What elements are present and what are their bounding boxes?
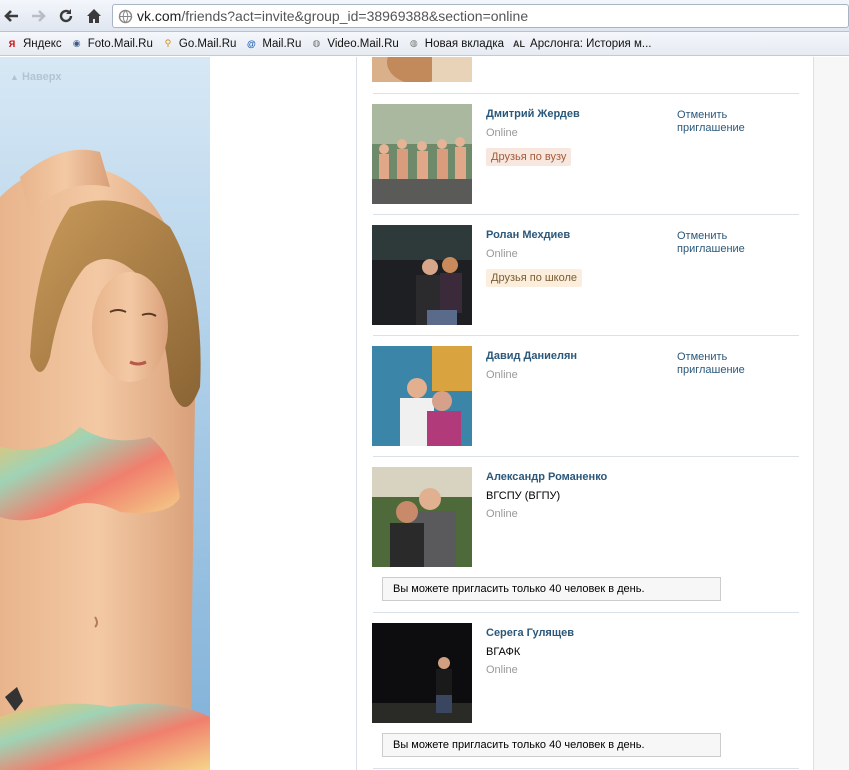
reload-icon bbox=[59, 9, 73, 23]
friend-name[interactable]: Ролан Мехдиев bbox=[486, 229, 570, 241]
globe-icon: ◍ bbox=[312, 38, 321, 48]
invite-limit-notice: Вы можете пригласить только 40 человек в… bbox=[382, 577, 721, 601]
up-link-label: Наверх bbox=[21, 71, 62, 83]
relation-badge[interactable]: Друзья по вузу bbox=[486, 148, 572, 166]
row-divider bbox=[373, 612, 799, 613]
bookmark-label: Foto.Mail.Ru bbox=[87, 37, 153, 50]
model-photo-illustration bbox=[0, 57, 210, 770]
photo-placeholder bbox=[372, 225, 472, 325]
forward-arrow-icon bbox=[32, 10, 46, 22]
bookmark-item[interactable]: ◍ Новая вкладка bbox=[404, 34, 509, 54]
relation-badge[interactable]: Друзья по школе bbox=[486, 269, 583, 287]
friend-photo-previous[interactable] bbox=[372, 57, 472, 82]
back-button[interactable] bbox=[2, 6, 22, 26]
scroll-to-top-link[interactable]: ▲ Наверх bbox=[10, 71, 61, 83]
row-divider bbox=[373, 93, 799, 94]
friend-photo[interactable] bbox=[372, 225, 472, 325]
url-host: vk.com bbox=[137, 8, 182, 24]
row-divider bbox=[373, 335, 799, 336]
bookmark-label: Новая вкладка bbox=[424, 37, 505, 50]
right-gutter bbox=[814, 57, 849, 770]
home-button[interactable] bbox=[84, 6, 104, 26]
up-triangle-icon: ▲ bbox=[10, 72, 19, 82]
al-logo-icon: AL bbox=[513, 38, 526, 49]
friend-photo[interactable] bbox=[372, 467, 472, 567]
bookmark-item[interactable]: AL Арслонга: История м... bbox=[509, 34, 656, 54]
university-label: ВГАФК bbox=[486, 646, 521, 658]
back-arrow-icon bbox=[4, 10, 18, 22]
photo-placeholder bbox=[372, 346, 472, 446]
bookmark-item[interactable]: ⚲ Go.Mail.Ru bbox=[158, 34, 242, 54]
search-icon: ⚲ bbox=[164, 38, 172, 48]
cancel-invite-link[interactable]: Отменить приглашение bbox=[677, 351, 777, 377]
bookmark-label: Яндекс bbox=[23, 37, 62, 50]
online-status: Online bbox=[486, 369, 518, 381]
row-divider bbox=[373, 456, 799, 457]
at-icon: @ bbox=[247, 38, 256, 49]
friend-name[interactable]: Александр Романенко bbox=[486, 471, 607, 483]
row-divider bbox=[373, 214, 799, 215]
online-status: Online bbox=[486, 508, 518, 520]
photo-placeholder bbox=[372, 623, 472, 723]
home-icon bbox=[87, 9, 101, 23]
photo-placeholder bbox=[372, 104, 472, 204]
invite-limit-notice: Вы можете пригласить только 40 человек в… bbox=[382, 733, 721, 757]
online-status: Online bbox=[486, 664, 518, 676]
friend-photo[interactable] bbox=[372, 104, 472, 204]
bookmarks-bar: Я Яндекс ◉ Foto.Mail.Ru ⚲ Go.Mail.Ru @ Mail.Ru ◍… bbox=[0, 32, 849, 56]
bookmark-label: Go.Mail.Ru bbox=[178, 37, 237, 50]
friend-name[interactable]: Давид Даниелян bbox=[486, 350, 577, 362]
url-path: /friends?act=invite&group_id=38969388&se… bbox=[181, 8, 529, 24]
row-divider bbox=[373, 768, 799, 769]
globe-icon: ◍ bbox=[409, 38, 418, 48]
photo-placeholder bbox=[372, 467, 472, 567]
cancel-invite-link[interactable]: Отменить приглашение bbox=[677, 230, 777, 256]
bookmark-label: Mail.Ru bbox=[262, 37, 302, 50]
university-label: ВГСПУ (ВГПУ) bbox=[486, 490, 561, 502]
browser-toolbar: vk.com/friends?act=invite&group_id=38969… bbox=[0, 0, 849, 32]
bookmark-item[interactable]: ◉ Foto.Mail.Ru bbox=[67, 34, 158, 54]
friends-invite-list: Дмитрий Жердев Online Друзья по вузу Отм… bbox=[356, 57, 814, 770]
reload-button[interactable] bbox=[56, 6, 76, 26]
address-bar[interactable]: vk.com/friends?act=invite&group_id=38969… bbox=[112, 4, 849, 28]
page-globe-icon bbox=[118, 9, 133, 24]
friend-name[interactable]: Дмитрий Жердев bbox=[486, 108, 580, 120]
photo-placeholder bbox=[372, 57, 472, 82]
left-background-ad[interactable]: ▲ Наверх bbox=[0, 57, 210, 770]
bookmark-item[interactable]: Я Яндекс bbox=[2, 34, 67, 54]
online-status: Online bbox=[486, 127, 518, 139]
friend-photo[interactable] bbox=[372, 346, 472, 446]
forward-button[interactable] bbox=[28, 6, 48, 26]
bookmark-item[interactable]: ◍ Video.Mail.Ru bbox=[306, 34, 403, 54]
yandex-icon: Я bbox=[8, 38, 16, 49]
friend-name[interactable]: Серега Гулящев bbox=[486, 627, 574, 639]
camera-icon: ◉ bbox=[72, 38, 81, 48]
friend-photo[interactable] bbox=[372, 623, 472, 723]
bookmark-label: Арслонга: История м... bbox=[530, 37, 652, 50]
bookmark-label: Video.Mail.Ru bbox=[327, 37, 399, 50]
cancel-invite-link[interactable]: Отменить приглашение bbox=[677, 109, 777, 135]
bookmark-item[interactable]: @ Mail.Ru bbox=[241, 34, 306, 54]
online-status: Online bbox=[486, 248, 518, 260]
